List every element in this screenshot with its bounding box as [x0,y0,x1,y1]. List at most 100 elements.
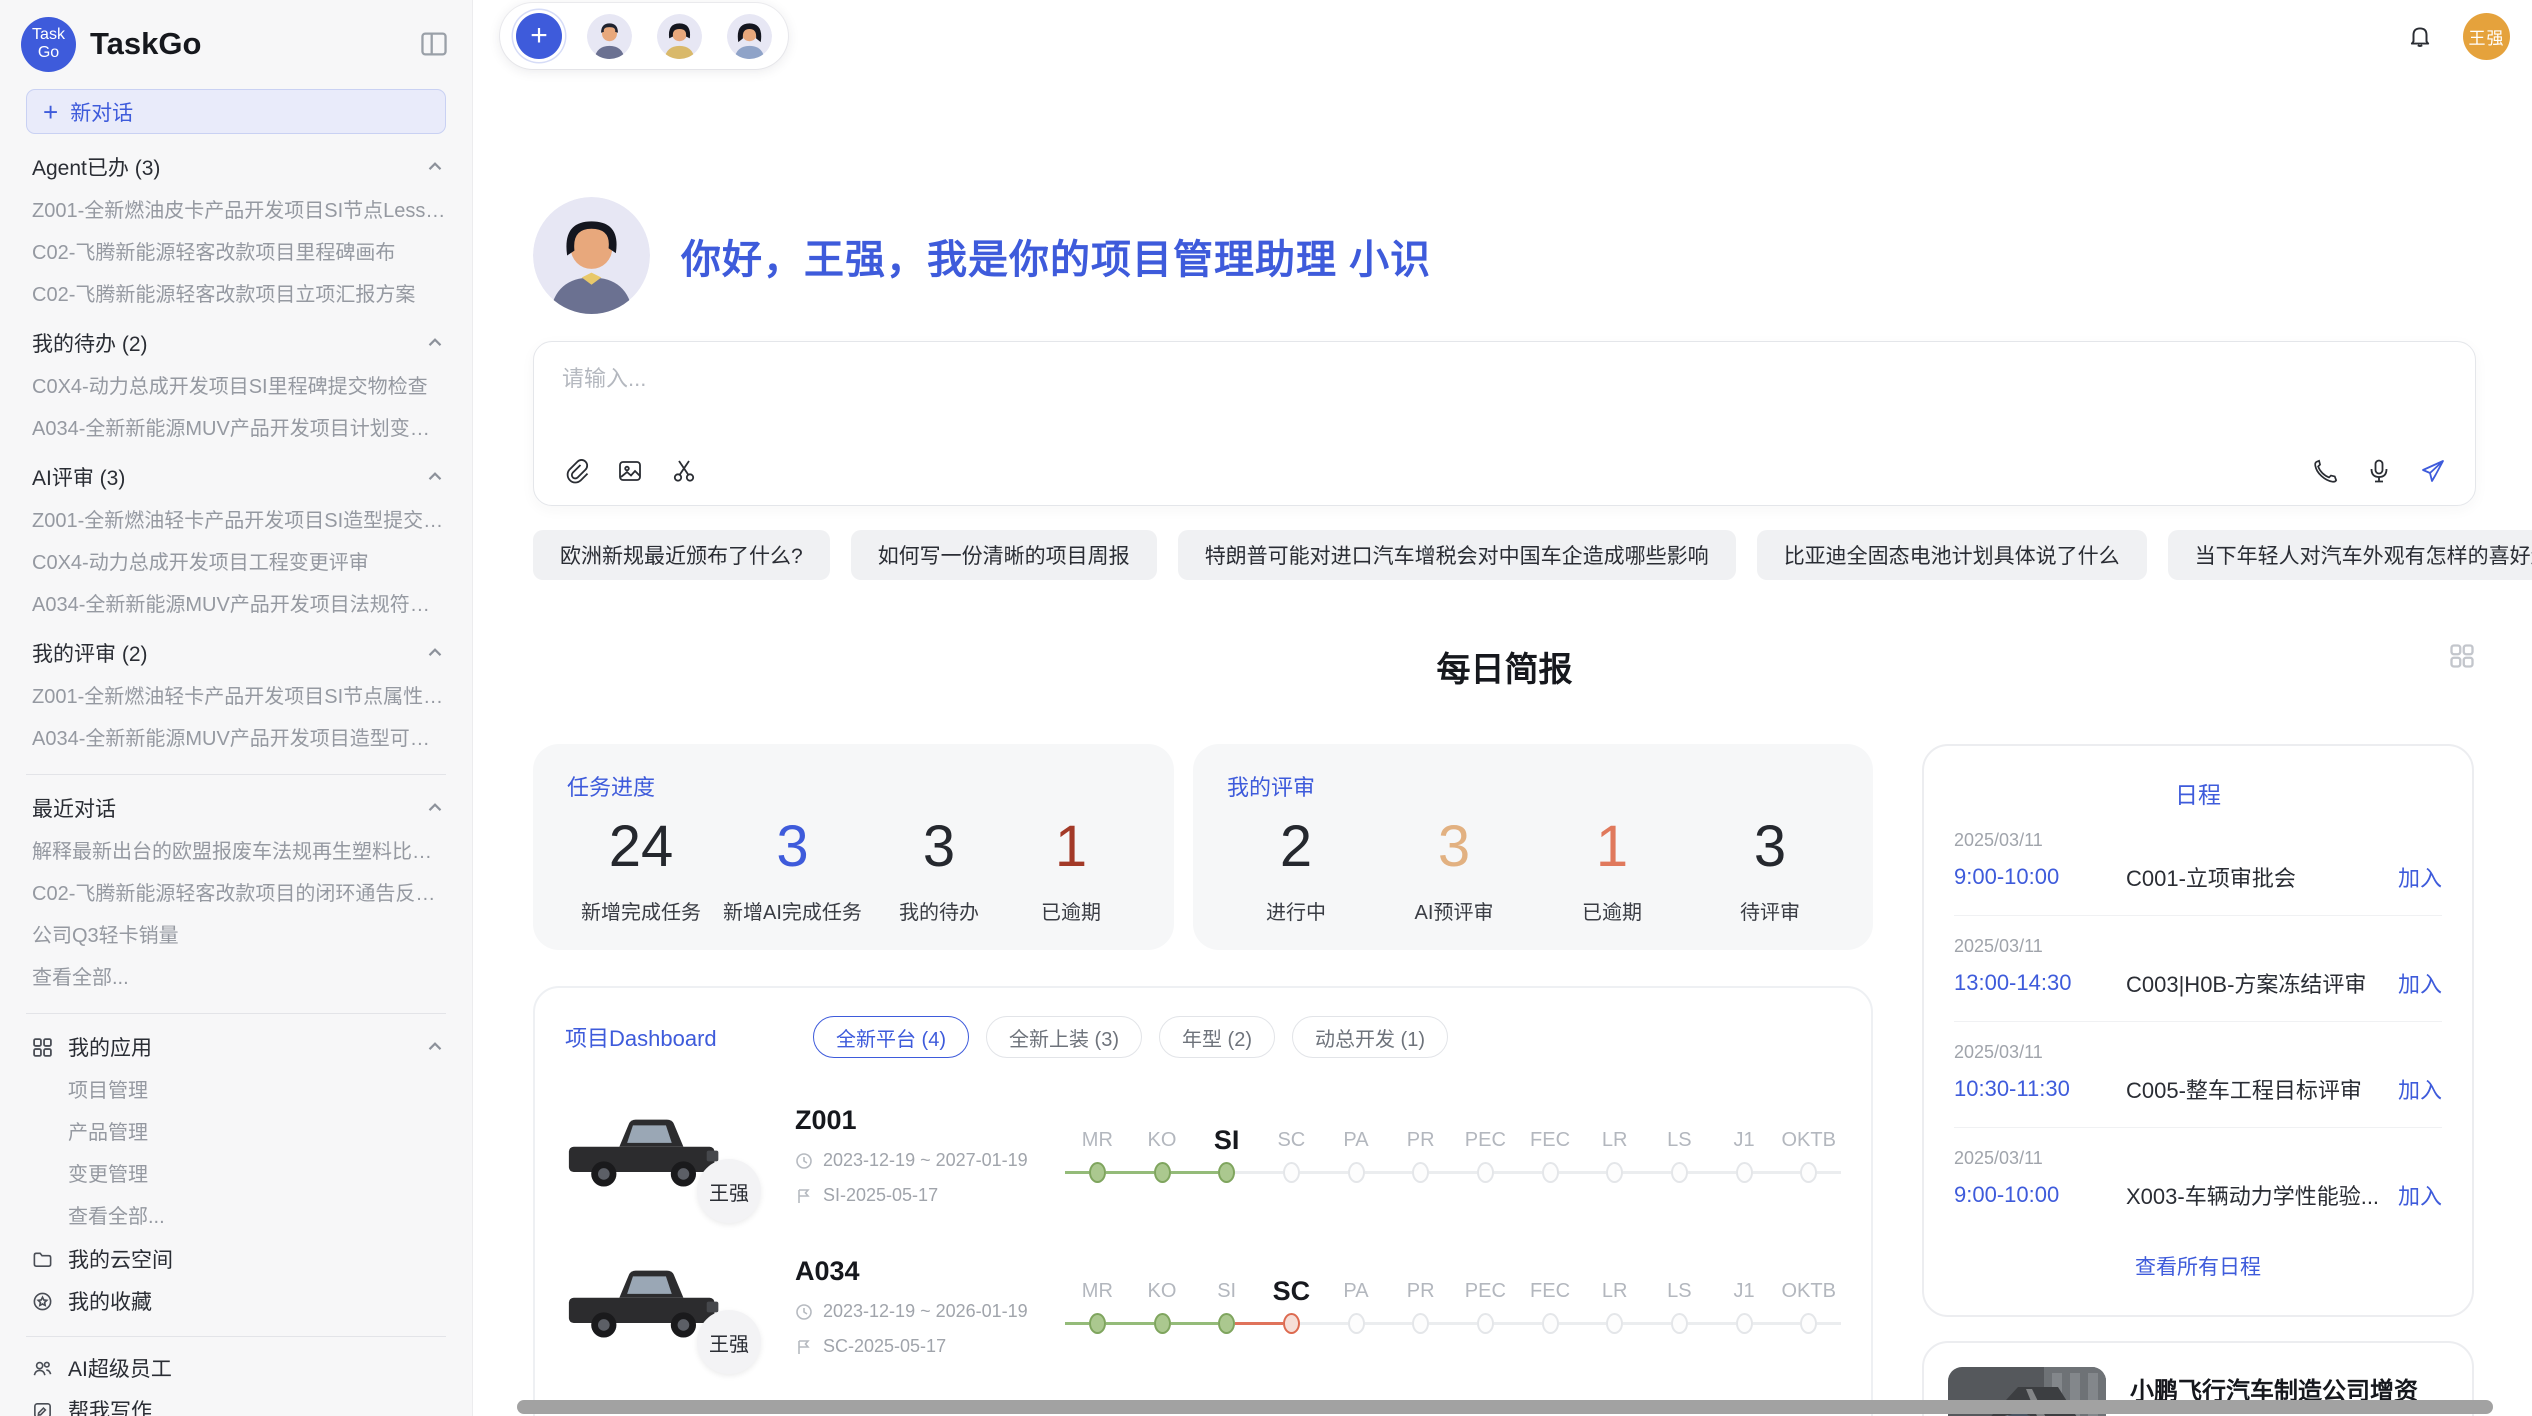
milestone-line-right [1817,1322,1841,1325]
voice-call-button[interactable] [2311,457,2339,485]
milestone-label: J1 [1712,1274,1777,1308]
sidebar-item-ai-super-staff[interactable]: AI超级员工 [32,1347,446,1389]
stat-label: 进行中 [1241,896,1351,925]
suggestion-chip[interactable]: 欧洲新规最近颁布了什么? [533,530,830,580]
stat-card-title: 任务进度 [567,770,1140,802]
milestone-label: PR [1388,1123,1453,1157]
send-button[interactable] [2419,457,2447,485]
scissors-button[interactable] [670,457,698,485]
chat-input[interactable] [562,366,2447,392]
image-button[interactable] [616,457,644,485]
schedule-join-link[interactable]: 加入 [2398,861,2442,893]
milestone-line-right [1494,1171,1518,1174]
sidebar-item[interactable]: Z001-全新燃油皮卡产品开发项目SI节点Lesson Learn报告 [32,190,446,232]
horizontal-scrollbar-thumb[interactable] [517,1400,2493,1414]
milestone-node [1412,1313,1429,1334]
member-avatar[interactable] [727,14,772,59]
sidebar-item[interactable]: 查看全部... [32,957,446,999]
suggestion-chip[interactable]: 比亚迪全固态电池计划具体说了什么 [1757,530,2147,580]
milestone: PR [1388,1123,1453,1189]
milestone-line-left [1324,1171,1348,1174]
plus-icon: + [43,99,58,125]
sidebar-item[interactable]: 变更管理 [32,1154,446,1196]
milestone-label: KO [1130,1274,1195,1308]
schedule-join-link[interactable]: 加入 [2398,1073,2442,1105]
milestone-label: MR [1065,1274,1130,1308]
project-code: A034 [795,1256,1043,1287]
milestone-label: KO [1130,1123,1195,1157]
sidebar-item[interactable]: C02-飞腾新能源轻客改款项目的闭环通告反馈情况 [32,873,446,915]
dashboard-tab[interactable]: 全新平台 (4) [813,1016,969,1058]
suggestion-chip[interactable]: 如何写一份清晰的项目周报 [851,530,1157,580]
milestone: SI [1194,1274,1259,1340]
project-dates: 2023-12-19 ~ 2027-01-19 [795,1150,1043,1171]
milestone-node-row [1776,1157,1841,1189]
sidebar-section-recent-header[interactable]: 最近对话 [32,785,446,831]
sidebar-item[interactable]: Z001-全新燃油轻卡产品开发项目SI造型提交物评审 [32,500,446,542]
milestone-node [1606,1162,1623,1183]
sidebar-item[interactable]: Z001-全新燃油轻卡产品开发项目SI节点属性5D文件评审 [32,676,446,718]
sidebar-section-apps-header[interactable]: 我的应用 [32,1024,446,1070]
milestone-node-row [1194,1308,1259,1340]
schedule-date: 2025/03/11 [1954,1042,2442,1063]
sidebar-item[interactable]: C0X4-动力总成开发项目SI里程碑提交物检查 [32,366,446,408]
sidebar-scroll[interactable]: Agent已办 (3) Z001-全新燃油皮卡产品开发项目SI节点Lesson … [0,134,472,1416]
sidebar-item[interactable]: 查看全部... [32,1196,446,1238]
sidebar-item[interactable]: C0X4-动力总成开发项目工程变更评审 [32,542,446,584]
sidebar-item-favorites[interactable]: 我的收藏 [32,1280,446,1322]
sidebar-item[interactable]: C02-飞腾新能源轻客改款项目立项汇报方案 [32,274,446,316]
sidebar-item[interactable]: A034-全新新能源MUV产品开发项目计划变更表编写 [32,408,446,450]
dashboard-tab[interactable]: 动总开发 (1) [1292,1016,1448,1058]
dashboard-tab[interactable]: 年型 (2) [1159,1016,1275,1058]
sidebar-collapse-button[interactable] [416,26,452,62]
suggestion-chip[interactable]: 特朗普可能对进口汽车增税会对中国车企造成哪些影响 [1178,530,1736,580]
notification-bell-button[interactable] [2407,23,2433,49]
attach-button[interactable] [562,457,590,485]
sidebar-section-header[interactable]: 我的待办 (2) [32,320,446,366]
milestone-node [1542,1313,1559,1334]
milestone-line-right [1688,1322,1712,1325]
mic-button[interactable] [2365,457,2393,485]
suggestion-chips: 欧洲新规最近颁布了什么? 如何写一份清晰的项目周报特朗普可能对进口汽车增税会对中国… [533,530,2476,580]
sidebar-section: Agent已办 (3) Z001-全新燃油皮卡产品开发项目SI节点Lesson … [32,144,446,316]
suggestion-chip[interactable]: 当下年轻人对汽车外观有怎样的喜好趋势 [2168,530,2532,580]
member-avatar[interactable] [657,14,702,59]
sidebar-item[interactable]: 产品管理 [32,1112,446,1154]
milestone-node [1477,1162,1494,1183]
milestone: PR [1388,1274,1453,1340]
sidebar-section-header[interactable]: Agent已办 (3) [32,144,446,190]
milestone-node [1800,1313,1817,1334]
milestone: LS [1647,1274,1712,1340]
sidebar-item-help-write[interactable]: 帮我写作 [32,1389,446,1416]
add-member-button[interactable]: + [516,13,562,59]
milestone-node-row [1712,1157,1777,1189]
user-avatar[interactable]: 王强 [2463,13,2510,60]
sidebar-section-header[interactable]: AI评审 (3) [32,454,446,500]
project-row[interactable]: 王强 Z001 2023-12-19 ~ 2027-01-19 SI-2025-… [565,1102,1841,1209]
sidebar-item-cloud-space[interactable]: 我的云空间 [32,1238,446,1280]
schedule-view-all-link[interactable]: 查看所有日程 [1954,1251,2442,1281]
schedule-join-link[interactable]: 加入 [2398,1179,2442,1211]
sidebar-item[interactable]: 项目管理 [32,1070,446,1112]
sidebar: Task Go TaskGo + 新对话 Agent已办 (3) Z001-全新… [0,0,473,1416]
dashboard-tab[interactable]: 全新上装 (3) [986,1016,1142,1058]
milestone-label: SC [1259,1123,1324,1157]
sidebar-section-header[interactable]: 我的评审 (2) [32,630,446,676]
member-avatar[interactable] [587,14,632,59]
logo-row: Task Go TaskGo [0,13,472,75]
schedule-join-link[interactable]: 加入 [2398,967,2442,999]
sidebar-item[interactable]: A034-全新新能源MUV产品开发项目造型可行性评审 [32,718,446,760]
milestone-node [1736,1313,1753,1334]
new-chat-button[interactable]: + 新对话 [26,89,446,134]
stat-items: 24 新增完成任务 3 新增AI完成任务 3 我的待办 1 已逾期 [567,814,1140,925]
sidebar-item[interactable]: C02-飞腾新能源轻客改款项目里程碑画布 [32,232,446,274]
milestone: SC [1259,1123,1324,1189]
schedule-title: 日程 [1954,776,2442,810]
milestone-line-left [1194,1322,1218,1325]
sidebar-item[interactable]: 公司Q3轻卡销量 [32,915,446,957]
sidebar-item[interactable]: 解释最新出台的欧盟报废车法规再生塑料比例被调至15%... [32,831,446,873]
briefing-layout-button[interactable] [2448,642,2476,673]
sidebar-item[interactable]: A034-全新新能源MUV产品开发项目法规符合性评审 [32,584,446,626]
project-row[interactable]: 王强 A034 2023-12-19 ~ 2026-01-19 SC-2025-… [565,1253,1841,1360]
milestone-label: LR [1582,1123,1647,1157]
